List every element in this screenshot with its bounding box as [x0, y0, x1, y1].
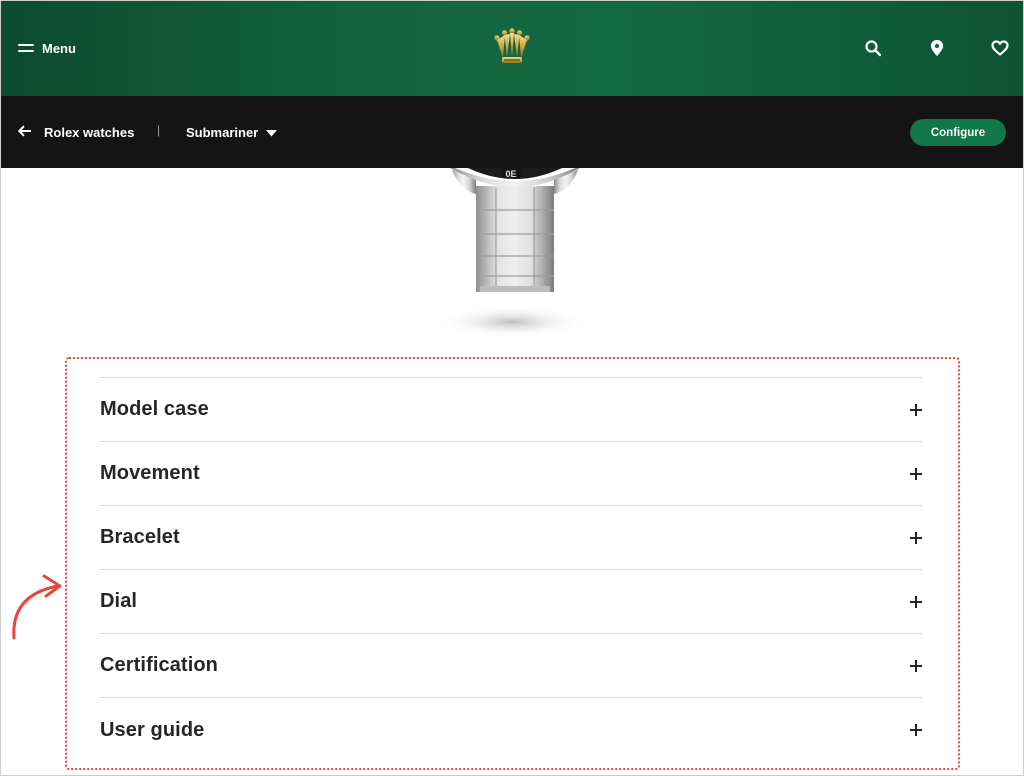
accordion-bracelet[interactable]: Bracelet: [100, 506, 923, 570]
back-to-watches-link[interactable]: Rolex watches: [17, 120, 135, 144]
accordion-label: User guide: [100, 718, 205, 741]
collection-dropdown[interactable]: Submariner: [186, 120, 278, 144]
accordion-label: Movement: [100, 462, 200, 484]
svg-text:0E: 0E: [505, 169, 516, 179]
annotation-arrow-icon: [12, 574, 62, 640]
heart-icon[interactable]: [990, 38, 1010, 58]
accordion-label: Bracelet: [100, 526, 180, 548]
accordion-label: Certification: [100, 654, 218, 676]
accordion-certification[interactable]: Certification: [100, 634, 923, 698]
accordion-user-guide[interactable]: User guide: [100, 698, 923, 762]
watch-product-image: 0E: [430, 168, 600, 348]
breadcrumb-separator: |: [157, 123, 161, 137]
plus-icon[interactable]: [910, 659, 922, 672]
sub-navigation: Rolex watches | Submariner Configure: [0, 96, 1024, 168]
search-icon[interactable]: [863, 38, 883, 58]
main-header: Menu: [0, 0, 1024, 96]
arrow-left-icon: [17, 125, 32, 140]
caret-down-icon: [266, 125, 278, 140]
menu-label: Menu: [42, 40, 76, 56]
specs-accordion: Model case Movement Bracelet Dial Certif…: [100, 377, 923, 762]
accordion-model-case[interactable]: Model case: [100, 378, 923, 442]
location-pin-icon[interactable]: [927, 38, 947, 58]
plus-icon[interactable]: [910, 595, 922, 608]
accordion-label: Dial: [100, 590, 138, 612]
accordion-label: Model case: [100, 398, 209, 420]
plus-icon[interactable]: [910, 531, 922, 544]
collection-label: Submariner: [186, 124, 259, 140]
back-link-label: Rolex watches: [44, 124, 135, 140]
accordion-dial[interactable]: Dial: [100, 570, 923, 634]
accordion-movement[interactable]: Movement: [100, 442, 923, 506]
menu-button[interactable]: Menu: [18, 36, 76, 60]
plus-icon[interactable]: [910, 467, 922, 480]
plus-icon[interactable]: [910, 403, 922, 416]
crown-logo-icon[interactable]: [493, 28, 531, 68]
plus-icon[interactable]: [910, 724, 922, 736]
configure-button[interactable]: Configure: [910, 119, 1006, 146]
hamburger-icon: [18, 43, 34, 53]
